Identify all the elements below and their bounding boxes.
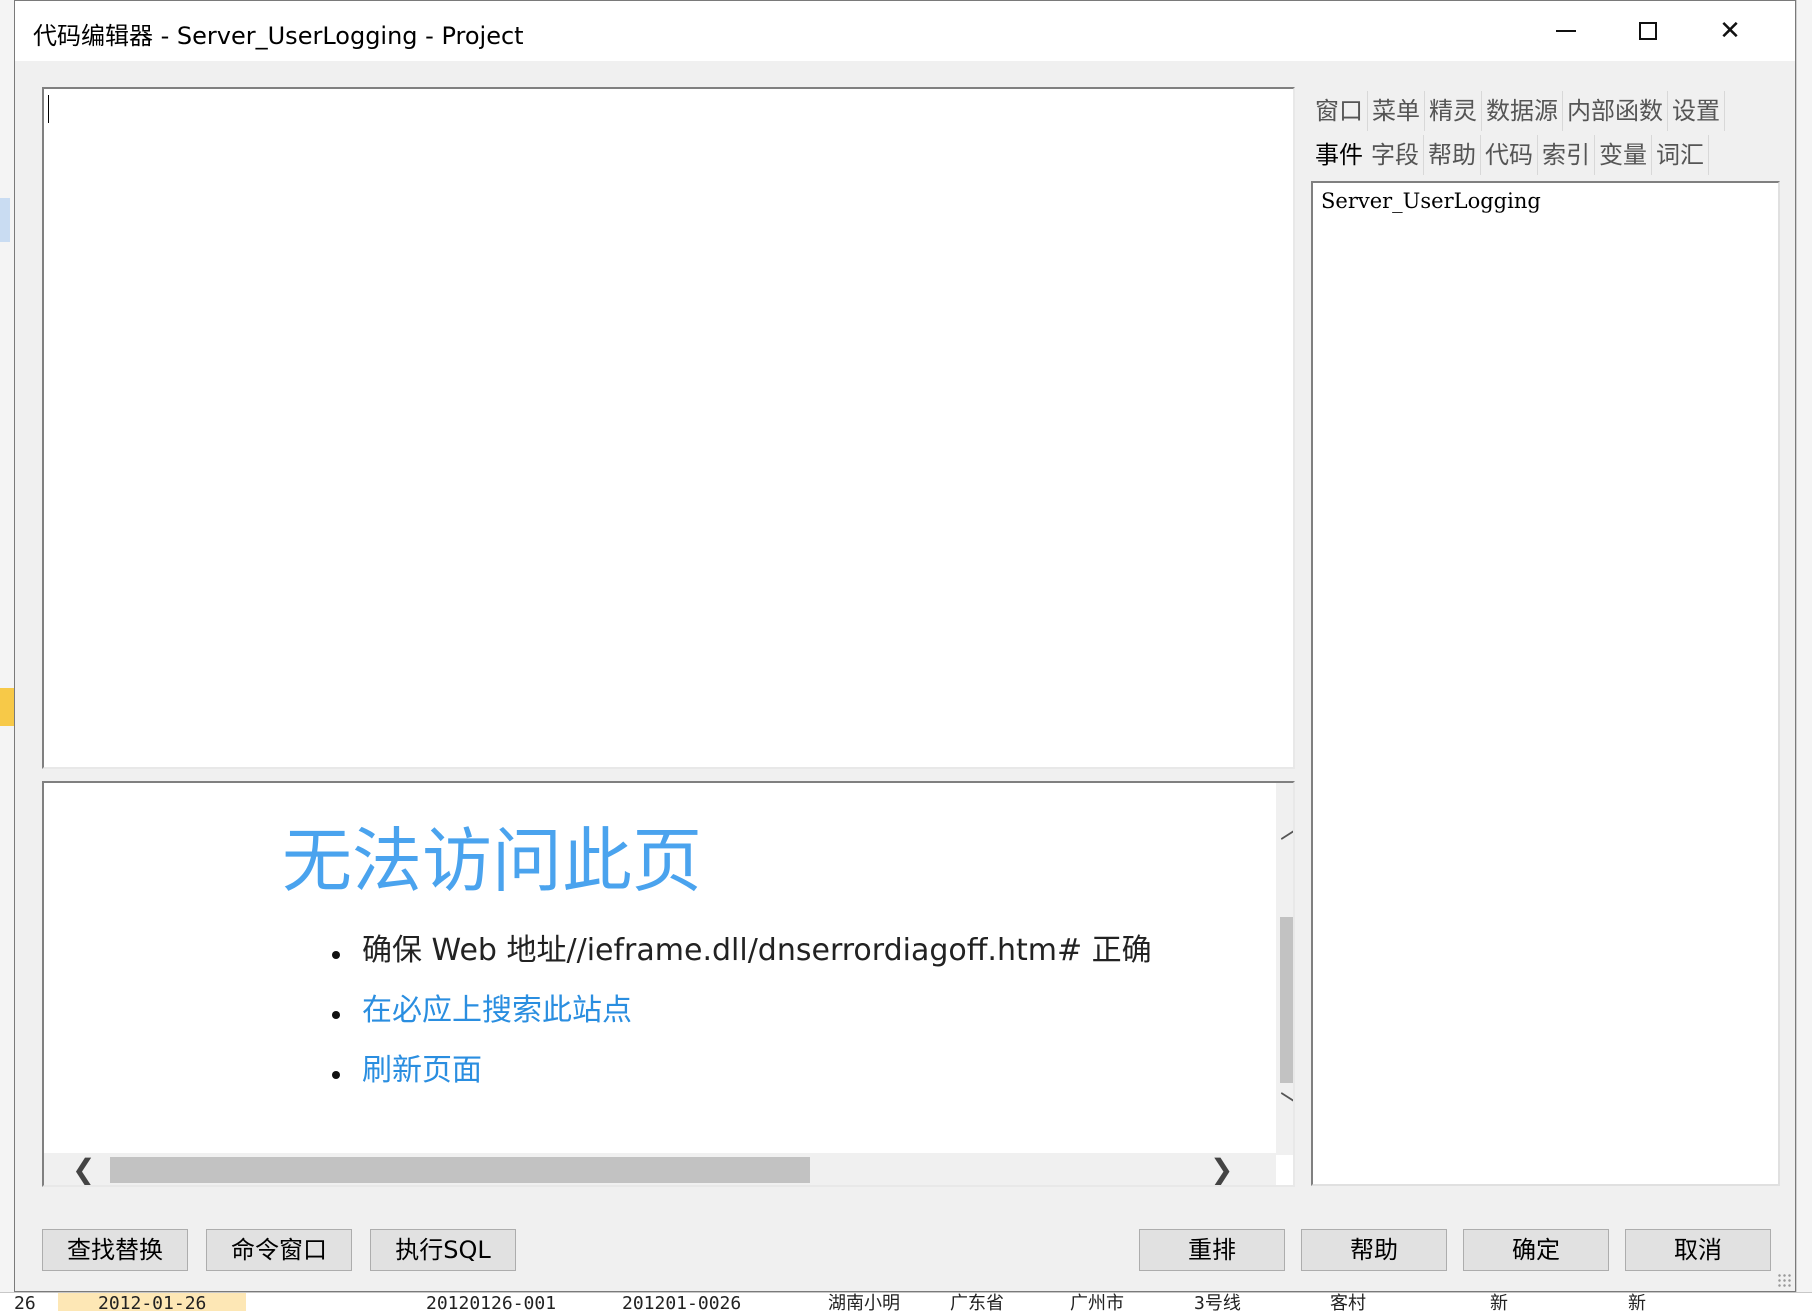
suggestion-refresh-link[interactable]: 刷新页面 xyxy=(332,1051,1152,1111)
execute-sql-button[interactable]: 执行SQL xyxy=(370,1229,516,1271)
scroll-up-icon[interactable]: ︿ xyxy=(1276,815,1293,845)
tab-wizard[interactable]: 精灵 xyxy=(1425,91,1482,131)
background-highlight xyxy=(0,688,14,726)
code-editor-textarea[interactable] xyxy=(42,87,1295,769)
suggestion-search-bing-link[interactable]: 在必应上搜索此站点 xyxy=(332,991,1152,1051)
tab-vocabulary[interactable]: 词汇 xyxy=(1652,135,1709,175)
vertical-scroll-thumb[interactable] xyxy=(1280,917,1293,1083)
background-app-left-strip xyxy=(0,0,15,1310)
close-icon: ✕ xyxy=(1719,16,1741,46)
background-cell: 201201-0026 xyxy=(622,1293,742,1311)
help-button[interactable]: 帮助 xyxy=(1301,1229,1447,1271)
tab-settings[interactable]: 设置 xyxy=(1668,91,1725,131)
background-selection xyxy=(0,198,10,242)
tab-row-2: 事件 字段 帮助 代码 索引 变量 词汇 xyxy=(1311,135,1709,175)
maximize-icon xyxy=(1639,22,1657,40)
cancel-button[interactable]: 取消 xyxy=(1625,1229,1771,1271)
minimize-button[interactable] xyxy=(1525,1,1607,61)
tab-index[interactable]: 索引 xyxy=(1538,135,1595,175)
background-cell: 3号线 xyxy=(1194,1293,1241,1311)
rearrange-button[interactable]: 重排 xyxy=(1139,1229,1285,1271)
tab-variables[interactable]: 变量 xyxy=(1595,135,1652,175)
scroll-left-icon[interactable]: ❮ xyxy=(72,1153,95,1185)
background-cell: 新 xyxy=(1628,1293,1646,1311)
background-row-number: 26 xyxy=(14,1293,36,1311)
tab-window[interactable]: 窗口 xyxy=(1311,91,1368,131)
command-window-button[interactable]: 命令窗口 xyxy=(206,1229,352,1271)
tab-help[interactable]: 帮助 xyxy=(1424,135,1481,175)
tab-row-1: 窗口 菜单 精灵 数据源 内部函数 设置 xyxy=(1311,91,1725,131)
minimize-icon xyxy=(1556,30,1576,32)
tab-fields[interactable]: 字段 xyxy=(1367,135,1424,175)
tab-code[interactable]: 代码 xyxy=(1481,135,1538,175)
tab-events[interactable]: 事件 xyxy=(1311,135,1367,175)
background-cell: 新 xyxy=(1490,1293,1508,1311)
background-table-row: 26 2012-01-26 20120126-001 201201-0026 湖… xyxy=(0,1292,1812,1311)
error-suggestions-list: 确保 Web 地址//ieframe.dll/dnserrordiagoff.h… xyxy=(332,931,1152,1111)
background-cell: 广州市 xyxy=(1070,1293,1124,1311)
scroll-right-icon[interactable]: ❯ xyxy=(1210,1153,1233,1185)
maximize-button[interactable] xyxy=(1607,1,1689,61)
tab-datasource[interactable]: 数据源 xyxy=(1482,91,1563,131)
background-cell: 客村 xyxy=(1330,1293,1366,1311)
suggestion-check-address: 确保 Web 地址//ieframe.dll/dnserrordiagoff.h… xyxy=(332,931,1152,991)
horizontal-scroll-thumb[interactable] xyxy=(110,1157,810,1183)
error-heading: 无法访问此页 xyxy=(282,820,702,902)
close-button[interactable]: ✕ xyxy=(1689,1,1771,61)
text-caret xyxy=(48,95,49,123)
window-title: 代码编辑器 - Server_UserLogging - Project xyxy=(33,22,524,50)
background-cell: 湖南小明 xyxy=(828,1293,900,1311)
resize-grip-icon[interactable] xyxy=(1777,1273,1791,1287)
title-bar[interactable]: 代码编辑器 - Server_UserLogging - Project ✕ xyxy=(15,1,1795,61)
horizontal-scrollbar[interactable]: ❮ ❯ xyxy=(44,1153,1276,1185)
events-tree-panel[interactable]: Server_UserLogging xyxy=(1311,181,1780,1186)
code-editor-window: 代码编辑器 - Server_UserLogging - Project ✕ 无… xyxy=(14,0,1796,1292)
tab-builtin-functions[interactable]: 内部函数 xyxy=(1563,91,1668,131)
background-date-cell: 2012-01-26 xyxy=(58,1293,247,1311)
background-cell: 20120126-001 xyxy=(426,1293,557,1311)
find-replace-button[interactable]: 查找替换 xyxy=(42,1229,188,1271)
help-browser-pane[interactable]: 无法访问此页 确保 Web 地址//ieframe.dll/dnserrordi… xyxy=(42,781,1295,1187)
tab-menu[interactable]: 菜单 xyxy=(1368,91,1425,131)
background-app-right-strip xyxy=(1796,0,1812,1310)
vertical-scrollbar[interactable]: ︿ ﹀ xyxy=(1276,783,1293,1155)
tree-item-server-userlogging[interactable]: Server_UserLogging xyxy=(1321,189,1541,213)
background-cell: 广东省 xyxy=(950,1293,1004,1311)
ok-button[interactable]: 确定 xyxy=(1463,1229,1609,1271)
scroll-down-icon[interactable]: ﹀ xyxy=(1276,1091,1293,1121)
